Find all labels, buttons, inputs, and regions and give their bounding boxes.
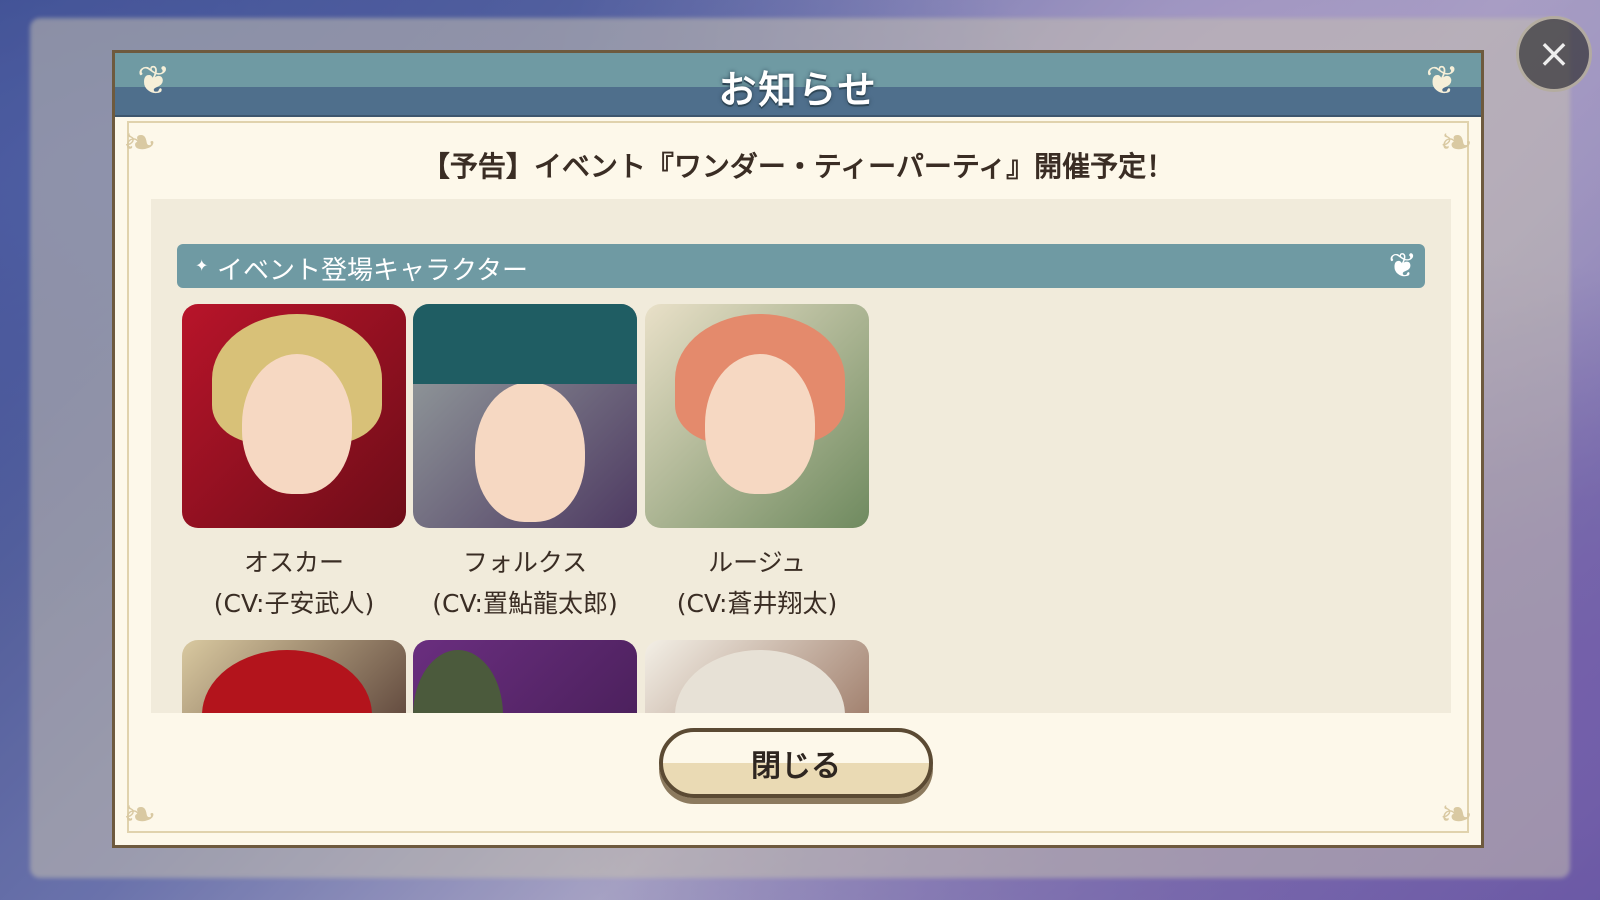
character-card: フォルクス (CV:置鮎龍太郎): [413, 304, 637, 624]
character-card: [413, 640, 637, 713]
character-portrait: [645, 304, 869, 528]
character-portrait: [182, 640, 406, 713]
character-card: オスカー (CV:子安武人): [182, 304, 406, 624]
character-portrait: [182, 304, 406, 528]
right-flourish-icon: ❦: [1425, 58, 1459, 104]
notice-content[interactable]: ✦ イベント登場キャラクター ❦ オスカー (CV:子安武人) フォルクス (C…: [151, 199, 1451, 713]
character-name: フォルクス (CV:置鮎龍太郎): [432, 548, 618, 618]
character-portrait: [413, 304, 637, 528]
swirl-icon: ❦: [1388, 246, 1418, 286]
character-name: オスカー (CV:子安武人): [213, 548, 375, 618]
character-card: [645, 640, 869, 713]
section-title: イベント登場キャラクター: [217, 256, 528, 286]
close-icon[interactable]: ×: [1516, 16, 1592, 92]
sparkle-icon: ✦: [195, 256, 209, 275]
character-name: ルージュ (CV:蒼井翔太): [676, 548, 838, 618]
character-portrait: [413, 640, 637, 713]
notice-dialog: ❦ お知らせ ❦ ❧ ❧ ❧ ❧ 【予告】イベント『ワンダー・ティーパーティ』開…: [112, 50, 1484, 848]
close-button[interactable]: 閉じる: [659, 728, 933, 798]
corner-ornament-icon: ❧: [1439, 792, 1473, 838]
character-portrait: [645, 640, 869, 713]
character-card: [182, 640, 406, 713]
character-card: ルージュ (CV:蒼井翔太): [645, 304, 869, 624]
dialog-header: ❦ お知らせ ❦: [115, 53, 1481, 117]
section-header: ✦ イベント登場キャラクター ❦: [177, 244, 1425, 288]
dialog-title: お知らせ: [718, 68, 878, 112]
notice-heading: 【予告】イベント『ワンダー・ティーパーティ』開催予定！: [421, 150, 1175, 183]
corner-ornament-icon: ❧: [123, 792, 157, 838]
